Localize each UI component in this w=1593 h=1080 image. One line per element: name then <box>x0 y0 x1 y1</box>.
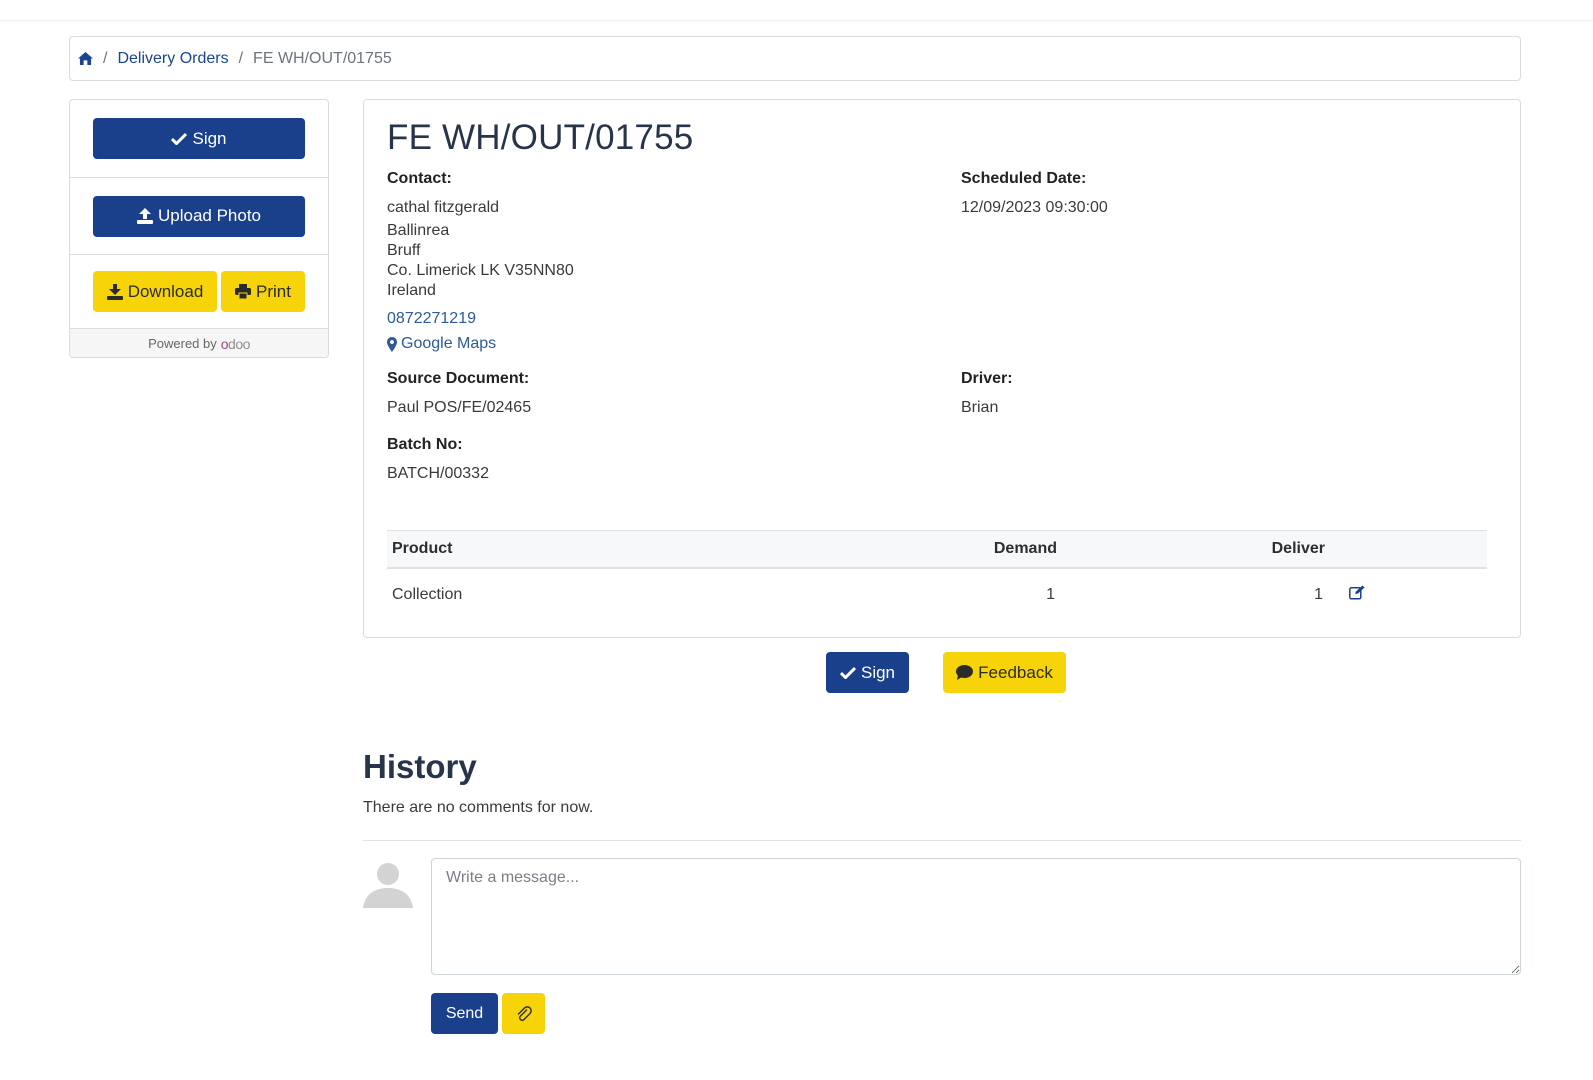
table-header: Product Demand Deliver <box>387 530 1487 569</box>
powered-by-footer: Powered by odoo <box>70 329 328 357</box>
source-document-value: Paul POS/FE/02465 <box>387 399 532 416</box>
sign-button[interactable]: Sign <box>826 652 909 693</box>
breadcrumb: / Delivery Orders / FE WH/OUT/01755 <box>69 36 1521 81</box>
sidebar-actions: Sign Upload Photo Download Print Powered… <box>69 99 329 358</box>
feedback-button[interactable]: Feedback <box>943 652 1066 693</box>
print-button[interactable]: Print <box>221 271 305 312</box>
no-comments-text: There are no comments for now. <box>363 799 594 816</box>
cell-demand: 1 <box>1046 586 1055 603</box>
odoo-logo[interactable]: odoo <box>221 336 251 352</box>
print-label: Print <box>256 281 291 301</box>
home-icon[interactable] <box>78 52 93 65</box>
contact-name: cathal fitzgerald <box>387 199 500 216</box>
attach-button[interactable] <box>502 993 545 1034</box>
breadcrumb-delivery-orders[interactable]: Delivery Orders <box>117 50 228 68</box>
composer-actions: Send <box>431 993 545 1034</box>
header-deliver: Deliver <box>1271 540 1325 557</box>
map-marker-icon <box>387 336 397 352</box>
feedback-label: Feedback <box>978 662 1053 682</box>
google-maps-link[interactable]: Google Maps <box>387 334 496 355</box>
sidebar-sign-button[interactable]: Sign <box>93 118 305 159</box>
download-icon <box>106 283 123 300</box>
address-line: Co. Limerick LK V35NN80 <box>387 262 574 279</box>
print-icon <box>235 284 252 299</box>
order-actions: Sign Feedback <box>0 652 1593 693</box>
source-document-label: Source Document: <box>387 370 530 387</box>
powered-by-text: Powered by <box>148 336 217 351</box>
driver-label: Driver: <box>961 370 1013 387</box>
sidebar-upload-section: Upload Photo <box>70 178 328 255</box>
header-demand: Demand <box>993 540 1057 557</box>
top-navbar <box>0 0 1593 21</box>
comment-icon <box>956 665 974 680</box>
products-table: Product Demand Deliver Collection 1 1 <box>387 530 1487 621</box>
cell-deliver: 1 <box>1314 586 1323 603</box>
check-icon <box>171 132 188 145</box>
address-line: Ballinrea <box>387 222 450 239</box>
sign-label: Sign <box>192 128 227 148</box>
phone-link[interactable]: 0872271219 <box>387 309 476 330</box>
history-title: History <box>363 748 477 785</box>
divider <box>363 840 1521 841</box>
breadcrumb-current: FE WH/OUT/01755 <box>253 49 392 67</box>
paperclip-icon <box>517 1005 532 1021</box>
batch-no-value: BATCH/00332 <box>387 465 489 482</box>
message-input[interactable] <box>431 858 1521 975</box>
header-product: Product <box>392 540 453 557</box>
user-placeholder-icon <box>363 863 413 908</box>
delivery-order-card: FE WH/OUT/01755 Contact: cathal fitzgera… <box>363 99 1521 638</box>
address-line: Ireland <box>387 282 436 299</box>
batch-no-label: Batch No: <box>387 436 463 453</box>
upload-icon <box>136 208 153 224</box>
scheduled-date-label: Scheduled Date: <box>961 170 1087 187</box>
sidebar-sign-section: Sign <box>70 100 328 178</box>
page-title: FE WH/OUT/01755 <box>387 118 694 157</box>
scheduled-date-value: 12/09/2023 09:30:00 <box>961 199 1108 216</box>
sidebar-download-section: Download Print <box>70 255 328 329</box>
download-label: Download <box>127 281 204 301</box>
google-maps-label: Google Maps <box>401 335 497 352</box>
check-icon <box>839 666 856 679</box>
edit-icon[interactable] <box>1349 585 1365 605</box>
table-row: Collection 1 1 <box>387 569 1487 621</box>
sign-label: Sign <box>860 662 896 682</box>
cell-product: Collection <box>392 586 463 603</box>
upload-photo-button[interactable]: Upload Photo <box>93 195 305 237</box>
breadcrumb-separator: / <box>238 49 244 67</box>
avatar <box>363 858 413 908</box>
breadcrumb-separator: / <box>103 49 108 67</box>
download-button[interactable]: Download <box>93 271 217 312</box>
send-button[interactable]: Send <box>431 993 498 1034</box>
driver-value: Brian <box>961 399 999 416</box>
upload-photo-label: Upload Photo <box>157 206 262 225</box>
contact-label: Contact: <box>387 170 452 187</box>
address-line: Bruff <box>387 242 421 259</box>
